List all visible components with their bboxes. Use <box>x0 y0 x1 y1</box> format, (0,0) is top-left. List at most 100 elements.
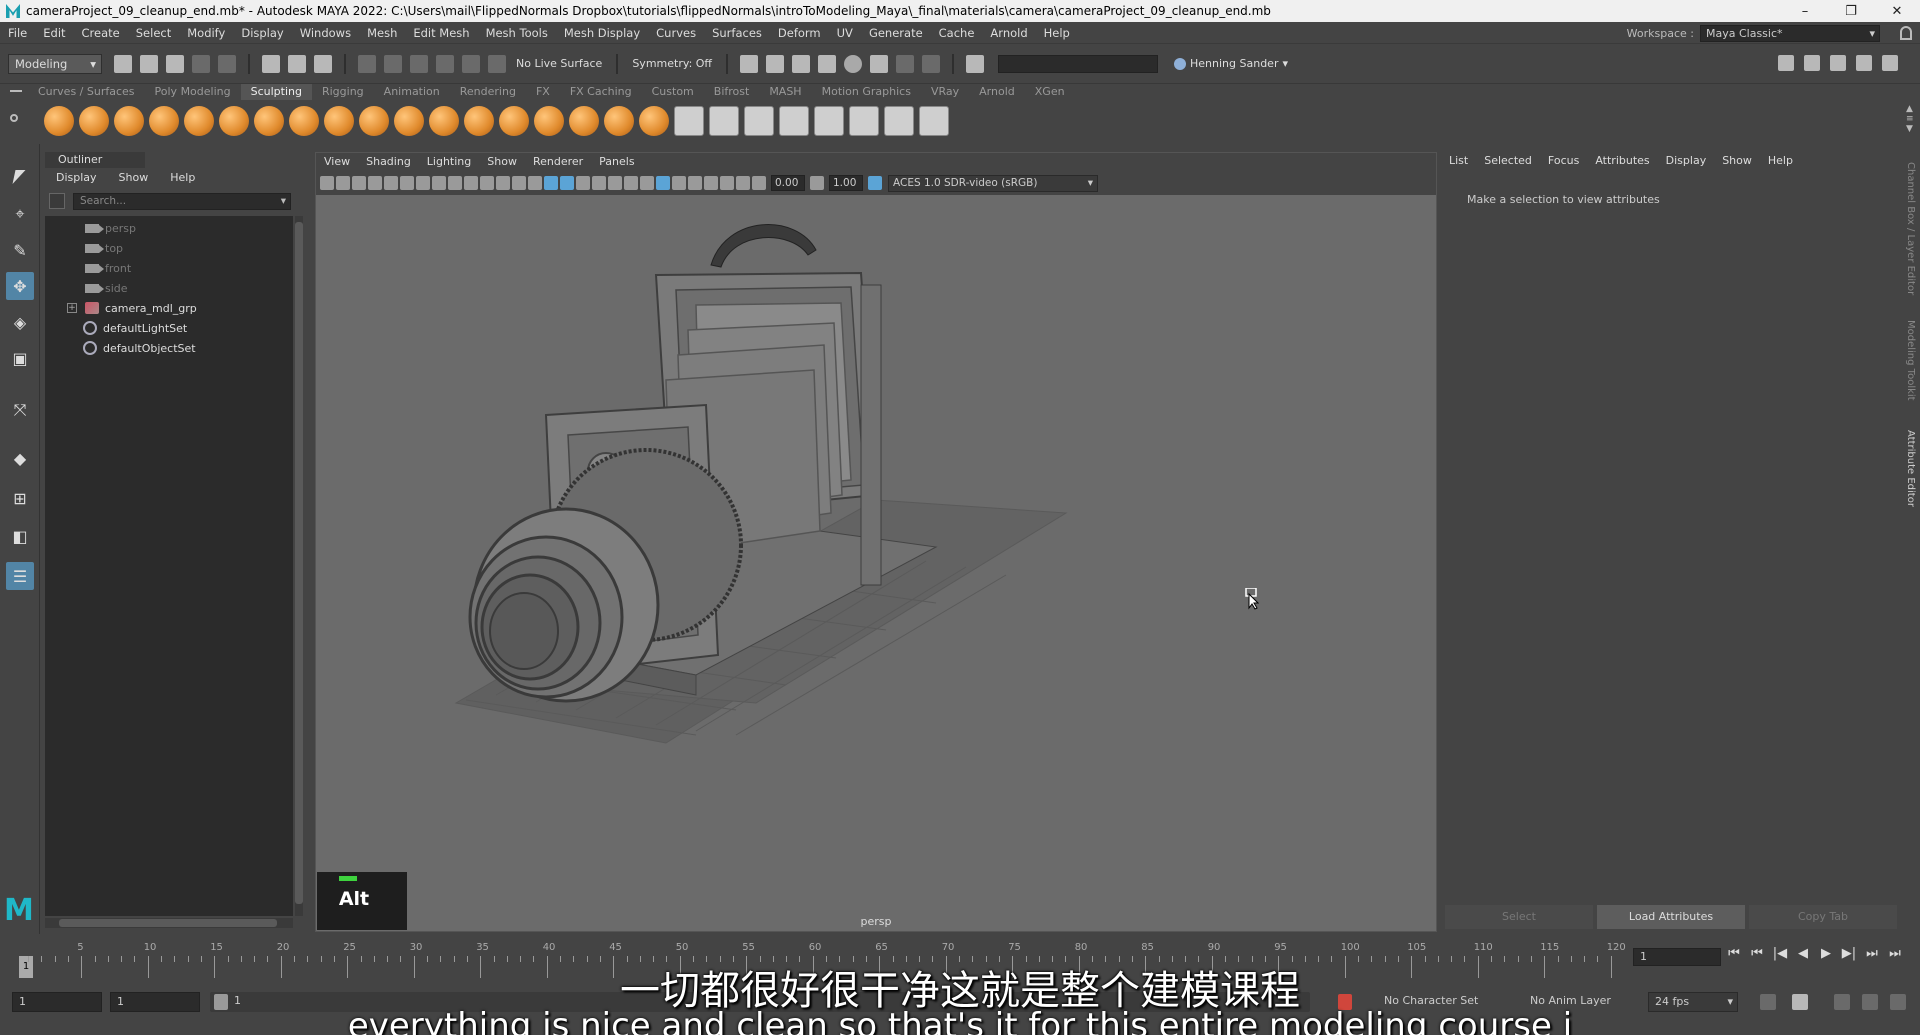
anti-aliasing-icon[interactable] <box>656 176 670 190</box>
shelf-tab-vray[interactable]: VRay <box>921 84 969 100</box>
outliner-item-side[interactable]: side <box>45 278 293 298</box>
select-hierarchy-icon[interactable] <box>262 54 280 73</box>
render-ipr-icon[interactable] <box>766 54 785 73</box>
unfreeze-all-icon[interactable] <box>884 106 914 136</box>
menu-file[interactable]: File <box>0 26 35 40</box>
viewport-menu-view[interactable]: View <box>316 153 358 171</box>
textured-icon[interactable] <box>576 176 590 190</box>
select-tool-icon[interactable] <box>6 166 34 194</box>
menu-create[interactable]: Create <box>74 26 128 40</box>
menu-surfaces[interactable]: Surfaces <box>704 26 770 40</box>
grab-brush-icon[interactable] <box>149 106 179 136</box>
filter-icon[interactable] <box>49 193 65 209</box>
symmetry-dropdown[interactable]: Symmetry: Off <box>628 57 716 70</box>
outliner-item-camera-mdl-grp[interactable]: + camera_mdl_grp <box>45 298 293 318</box>
gate-mask-icon[interactable] <box>464 176 478 190</box>
viewport-menu-lighting[interactable]: Lighting <box>419 153 479 171</box>
pause-icon[interactable] <box>922 54 941 73</box>
snap-grid-icon[interactable] <box>358 54 376 73</box>
grid-icon[interactable] <box>416 176 430 190</box>
render-settings-icon[interactable] <box>792 54 811 73</box>
snap-live-icon[interactable] <box>462 54 480 73</box>
safe-title-icon[interactable] <box>512 176 526 190</box>
select-component-icon[interactable] <box>314 54 332 73</box>
screen-space-ao-icon[interactable] <box>624 176 638 190</box>
menu-uv[interactable]: UV <box>829 26 861 40</box>
outliner-item-defaultobjectset[interactable]: defaultObjectSet <box>45 338 293 358</box>
menu-cache[interactable]: Cache <box>931 26 983 40</box>
attr-menu-focus[interactable]: Focus <box>1540 152 1587 170</box>
close-button[interactable]: ✕ <box>1874 0 1920 22</box>
gamma-icon[interactable] <box>810 176 824 190</box>
copy-tab-button[interactable]: Copy Tab <box>1749 905 1897 929</box>
outliner-menu-display[interactable]: Display <box>45 170 108 186</box>
menu-windows[interactable]: Windows <box>292 26 359 40</box>
shelf-tab-rendering[interactable]: Rendering <box>450 84 526 100</box>
input-field-mode-icon[interactable] <box>966 54 985 73</box>
bulge-brush-icon[interactable] <box>569 106 599 136</box>
menu-deform[interactable]: Deform <box>770 26 829 40</box>
freeze-mesh-icon[interactable] <box>779 106 809 136</box>
rotate-tool-icon[interactable]: ◈ <box>6 308 34 336</box>
mask-clear-icon[interactable] <box>744 106 774 136</box>
save-scene-icon[interactable] <box>166 54 184 73</box>
smooth-brush-icon[interactable] <box>79 106 109 136</box>
expand-icon[interactable]: + <box>67 303 77 313</box>
viewport-menu-shading[interactable]: Shading <box>358 153 419 171</box>
isolate-select-icon[interactable] <box>688 176 702 190</box>
select-camera-icon[interactable] <box>320 176 334 190</box>
render-view-icon[interactable] <box>844 54 863 73</box>
lock-icon[interactable] <box>1900 26 1912 40</box>
select-object-icon[interactable] <box>288 54 306 73</box>
repeat-brush-icon[interactable] <box>324 106 354 136</box>
menu-mesh-display[interactable]: Mesh Display <box>556 26 648 40</box>
bookmark-icon[interactable] <box>352 176 366 190</box>
field-chart-icon[interactable] <box>480 176 494 190</box>
outliner-tab[interactable]: Outliner <box>45 152 145 168</box>
sculpt-panel-icon[interactable] <box>1778 55 1794 71</box>
attr-menu-list[interactable]: List <box>1441 152 1476 170</box>
select-button[interactable]: Select <box>1445 905 1593 929</box>
relax-brush-icon[interactable] <box>114 106 144 136</box>
viewport-menu-show[interactable]: Show <box>479 153 525 171</box>
sculpt-tool-settings-icon[interactable] <box>849 106 879 136</box>
restore-button[interactable]: ❐ <box>1828 0 1874 22</box>
use-all-lights-icon[interactable] <box>592 176 606 190</box>
shelf-tab-mash[interactable]: MASH <box>759 84 811 100</box>
viewport-menu-panels[interactable]: Panels <box>591 153 642 171</box>
scale-tool-icon[interactable]: ▣ <box>6 344 34 372</box>
quick-input-field[interactable] <box>998 54 1159 73</box>
outliner-menu-help[interactable]: Help <box>159 170 206 186</box>
paint-select-tool-icon[interactable]: ✎ <box>6 236 34 264</box>
viewport-menu-renderer[interactable]: Renderer <box>525 153 591 171</box>
last-tool-icon[interactable]: ⤧ <box>6 396 34 424</box>
outliner-item-front[interactable]: front <box>45 258 293 278</box>
film-gate-icon[interactable] <box>432 176 446 190</box>
attr-menu-selected[interactable]: Selected <box>1476 152 1540 170</box>
tool-settings-icon[interactable] <box>1856 55 1872 71</box>
shelf-tab-sculpting[interactable]: Sculpting <box>240 84 312 100</box>
smear-brush-icon[interactable] <box>534 106 564 136</box>
outliner-search-input[interactable]: Search... <box>73 193 291 210</box>
menu-select[interactable]: Select <box>128 26 179 40</box>
move-tool-icon[interactable]: ✥ <box>6 272 34 300</box>
shelf-tab-custom[interactable]: Custom <box>642 84 704 100</box>
two-d-pan-zoom-icon[interactable] <box>384 176 398 190</box>
freeze-brush-icon[interactable] <box>639 106 669 136</box>
four-pane-layout-icon[interactable]: ⊞ <box>6 484 34 512</box>
outliner-horizontal-scrollbar[interactable] <box>45 918 293 928</box>
menu-generate[interactable]: Generate <box>861 26 931 40</box>
shelf-tab-bifrost[interactable]: Bifrost <box>704 84 760 100</box>
wax-brush-icon[interactable] <box>394 106 424 136</box>
knife-brush-icon[interactable] <box>499 106 529 136</box>
tab-modeling-toolkit[interactable]: Modeling Toolkit <box>1905 320 1916 401</box>
grease-pencil-icon[interactable] <box>400 176 414 190</box>
depth-of-field-icon[interactable] <box>672 176 686 190</box>
xray-joints-icon[interactable] <box>720 176 734 190</box>
image-plane-icon[interactable] <box>368 176 382 190</box>
two-pane-layout-icon[interactable]: ◧ <box>6 522 34 550</box>
shelf-tab-arnold[interactable]: Arnold <box>969 84 1025 100</box>
menu-mesh[interactable]: Mesh <box>359 26 405 40</box>
gear-icon[interactable] <box>10 114 18 122</box>
menu-curves[interactable]: Curves <box>648 26 704 40</box>
